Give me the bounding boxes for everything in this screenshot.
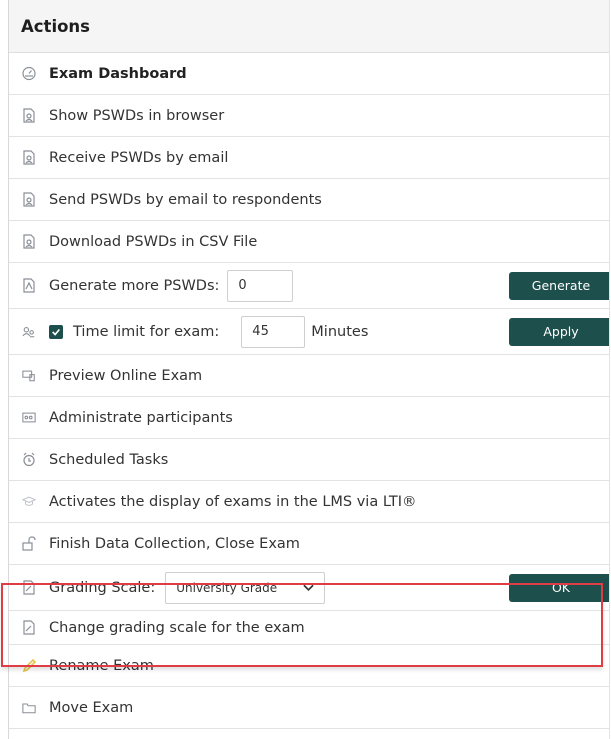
action-preview-exam[interactable]: Preview Online Exam	[9, 355, 609, 397]
apply-button[interactable]: Apply	[509, 317, 609, 346]
users-icon	[9, 324, 49, 339]
action-receive-pswds[interactable]: Receive PSWDs by email	[9, 137, 609, 179]
time-limit-input[interactable]	[241, 315, 306, 348]
action-change-grading-scale[interactable]: Change grading scale for the exam	[9, 611, 609, 645]
chevron-down-icon	[303, 581, 314, 595]
time-limit-unit: Minutes	[311, 323, 369, 340]
ok-button[interactable]: OK	[509, 573, 609, 602]
folder-icon	[9, 700, 49, 715]
document-user-icon	[9, 192, 49, 207]
pdf-document-icon	[9, 278, 49, 293]
action-send-pswds[interactable]: Send PSWDs by email to respondents	[9, 179, 609, 221]
action-time-limit: Time limit for exam: Minutes Apply	[9, 309, 609, 355]
action-grading-scale: Grading Scale: University Grade OK	[9, 565, 609, 611]
action-finish-data-collection[interactable]: Finish Data Collection, Close Exam	[9, 523, 609, 565]
action-scheduled-tasks[interactable]: Scheduled Tasks	[9, 439, 609, 481]
action-lti-display[interactable]: Activates the display of exams in the LM…	[9, 481, 609, 523]
action-label: Download PSWDs in CSV File	[49, 233, 258, 250]
time-limit-checkbox[interactable]	[49, 324, 63, 339]
action-label: Show PSWDs in browser	[49, 107, 225, 124]
panel-title: Actions	[9, 0, 609, 53]
action-label: Preview Online Exam	[49, 367, 203, 384]
actions-panel: Actions Exam Dashboard Show PSWDs in bro…	[8, 0, 610, 739]
scale-document-icon	[9, 620, 49, 635]
generate-label: Generate more PSWDs:	[49, 277, 220, 294]
document-user-icon	[9, 234, 49, 249]
action-exam-dashboard[interactable]: Exam Dashboard	[9, 53, 609, 95]
preview-icon	[9, 368, 49, 383]
time-limit-label: Time limit for exam:	[73, 323, 220, 340]
action-label: Move Exam	[49, 699, 134, 716]
action-label: Exam Dashboard	[49, 65, 187, 82]
action-rename-exam[interactable]: Rename Exam	[9, 645, 609, 687]
generate-button[interactable]: Generate	[509, 271, 609, 300]
dashboard-icon	[9, 66, 49, 81]
action-label: Scheduled Tasks	[49, 451, 169, 468]
action-administrate-participants[interactable]: Administrate participants	[9, 397, 609, 439]
action-label: Administrate participants	[49, 409, 233, 426]
scale-document-icon	[9, 580, 49, 595]
action-label: Activates the display of exams in the LM…	[49, 493, 417, 510]
graduation-cap-icon	[9, 494, 49, 509]
action-show-pswds[interactable]: Show PSWDs in browser	[9, 95, 609, 137]
unlock-icon	[9, 536, 49, 551]
action-label: Send PSWDs by email to respondents	[49, 191, 322, 208]
alarm-clock-icon	[9, 452, 49, 467]
action-move-exam[interactable]: Move Exam	[9, 687, 609, 729]
grading-scale-label: Grading Scale:	[49, 579, 156, 596]
action-download-pswds[interactable]: Download PSWDs in CSV File	[9, 221, 609, 263]
action-label: Rename Exam	[49, 657, 154, 674]
document-user-icon	[9, 108, 49, 123]
participants-icon	[9, 410, 49, 425]
action-label: Receive PSWDs by email	[49, 149, 229, 166]
pencil-icon	[9, 658, 49, 673]
generate-count-input[interactable]	[227, 269, 294, 302]
grading-scale-select[interactable]: University Grade	[165, 571, 326, 604]
action-label: Finish Data Collection, Close Exam	[49, 535, 300, 552]
action-generate-pswds: Generate more PSWDs: Generate	[9, 263, 609, 309]
action-label: Change grading scale for the exam	[49, 619, 305, 636]
grading-scale-selected: University Grade	[176, 580, 278, 595]
document-user-icon	[9, 150, 49, 165]
